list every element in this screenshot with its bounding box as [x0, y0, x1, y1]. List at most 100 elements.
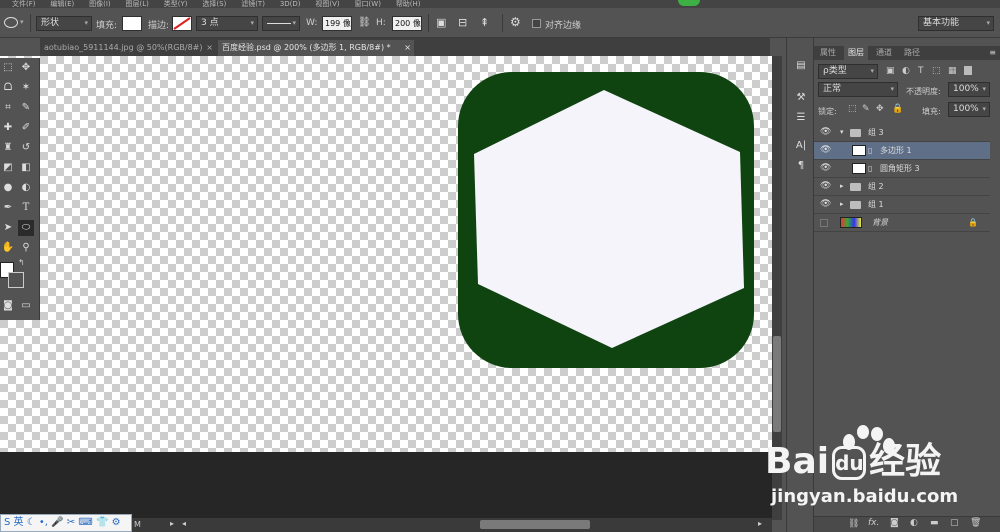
tab-layers[interactable]: 图层	[844, 46, 868, 60]
tab-baidu-jingyan[interactable]: 百度经验.psd @ 200% (多边形 1, RGB/8#) * ×	[218, 40, 414, 56]
gear-icon[interactable]: ⚙	[510, 15, 521, 29]
layer-row-group-3[interactable]: 👁 ▾ 组 3	[814, 124, 990, 142]
opacity-input[interactable]: 100% ▾	[948, 82, 990, 97]
background-color-swatch[interactable]	[8, 272, 24, 288]
adjustments-panel-icon[interactable]: ☰	[793, 110, 809, 126]
menu-filter[interactable]: 滤镜(T)	[241, 1, 265, 8]
ellipse-tool-icon[interactable]: ⬭	[18, 220, 34, 236]
dodge-tool-icon[interactable]: ◐	[18, 180, 34, 196]
shape-mode-select[interactable]: 形状 ▾	[36, 16, 92, 31]
move-tool-icon[interactable]: ✥	[18, 60, 34, 76]
layer-row-polygon-1[interactable]: 👁 ▯ 多边形 1	[814, 142, 990, 160]
tab-paths[interactable]: 路径	[900, 46, 924, 60]
hand-tool-icon[interactable]: ✋	[0, 240, 16, 256]
scissors-icon[interactable]: ✂	[67, 517, 75, 528]
info-panel-icon[interactable]: ⚒	[793, 90, 809, 106]
type-tool-icon[interactable]: T	[18, 200, 34, 216]
status-arrow-icon[interactable]: ▸	[170, 519, 174, 528]
close-icon[interactable]: ×	[404, 40, 411, 55]
link-dimensions-icon[interactable]: ⛓	[358, 17, 371, 28]
paragraph-panel-icon[interactable]: ¶	[793, 158, 809, 174]
workspace-select[interactable]: 基本功能 ▾	[918, 16, 994, 31]
marquee-tool-icon[interactable]: ⬚	[0, 60, 16, 76]
path-arrangement-icon[interactable]: ⇞	[480, 16, 489, 29]
menu-select[interactable]: 选择(S)	[202, 1, 226, 8]
menu-view[interactable]: 视图(V)	[315, 1, 339, 8]
swap-colors-icon[interactable]: ↰	[18, 258, 25, 267]
lock-transparent-icon[interactable]: ⬚	[848, 104, 857, 114]
lasso-tool-icon[interactable]: ᗝ	[0, 80, 16, 96]
healing-brush-tool-icon[interactable]: ✚	[0, 120, 16, 136]
layer-row-rounded-rect-3[interactable]: 👁 ▯ 圆角矩形 3	[814, 160, 990, 178]
layer-filter-select[interactable]: ρ类型 ▾	[818, 64, 878, 79]
stroke-swatch[interactable]	[172, 16, 192, 31]
history-brush-tool-icon[interactable]: ↺	[18, 140, 34, 156]
eyedropper-tool-icon[interactable]: ✎	[18, 100, 34, 116]
stroke-width-field[interactable]: 3 点 ▾	[196, 16, 258, 31]
blend-mode-select[interactable]: 正常 ▾	[818, 82, 898, 97]
fill-swatch[interactable]	[122, 16, 142, 31]
menu-edit[interactable]: 编辑(E)	[50, 1, 74, 8]
magic-wand-tool-icon[interactable]: ✶	[18, 80, 34, 96]
ime-logo-icon[interactable]: S	[4, 517, 10, 528]
menu-image[interactable]: 图像(I)	[89, 1, 111, 8]
document-canvas[interactable]	[0, 56, 772, 452]
path-operations-icon[interactable]: ▣	[436, 16, 446, 29]
layer-row-group-1[interactable]: 👁 ▸ 组 1	[814, 196, 990, 214]
path-alignment-icon[interactable]: ⊟	[458, 16, 467, 29]
scroll-left-icon[interactable]: ◂	[182, 519, 186, 528]
zoom-tool-icon[interactable]: ⚲	[18, 240, 34, 256]
align-edges-checkbox[interactable]	[532, 19, 541, 28]
shirt-icon[interactable]: 👕	[96, 517, 108, 528]
punctuation-icon[interactable]: •,	[39, 517, 48, 528]
collapse-arrow-icon[interactable]: ▸	[840, 178, 844, 195]
filter-adjustment-icon[interactable]: ◐	[902, 66, 910, 76]
tab-aotubiao[interactable]: aotubiao_5911144.jpg @ 50%(RGB/8#) ×	[40, 40, 216, 56]
filter-type-icon[interactable]: T	[918, 66, 924, 76]
width-input[interactable]: 199 像	[322, 16, 352, 31]
lock-position-icon[interactable]: ✥	[876, 104, 884, 114]
path-selection-tool-icon[interactable]: ➤	[0, 220, 16, 236]
lock-image-icon[interactable]: ✎	[862, 104, 870, 114]
link-layers-icon[interactable]: ⛓	[848, 519, 859, 529]
moon-icon[interactable]: ☾	[27, 517, 36, 528]
character-panel-icon[interactable]: A|	[793, 138, 809, 154]
filter-smart-object-icon[interactable]: ▦	[948, 66, 957, 76]
crop-tool-icon[interactable]: ⌗	[0, 100, 16, 116]
eye-icon[interactable]: 👁	[820, 196, 832, 213]
menu-type[interactable]: 类型(Y)	[164, 1, 188, 8]
history-panel-icon[interactable]: ▤	[793, 58, 809, 74]
filter-shape-icon[interactable]: ⬚	[932, 66, 941, 76]
menu-file[interactable]: 文件(F)	[12, 1, 36, 8]
screen-mode-icon[interactable]: ▭	[18, 298, 34, 314]
eye-icon[interactable]: 👁	[820, 124, 832, 141]
ellipse-tool-preset-icon[interactable]	[4, 17, 18, 28]
mic-icon[interactable]: 🎤	[51, 517, 63, 528]
layer-row-group-2[interactable]: 👁 ▸ 组 2	[814, 178, 990, 196]
collapse-arrow-icon[interactable]: ▸	[840, 196, 844, 213]
eye-icon[interactable]: 👁	[820, 142, 832, 159]
fill-input[interactable]: 100% ▾	[948, 102, 990, 117]
horizontal-scrollbar-thumb[interactable]	[480, 520, 590, 529]
menu-layer[interactable]: 图层(L)	[126, 1, 149, 8]
filter-toggle-icon[interactable]	[964, 66, 972, 75]
height-input[interactable]: 200 像	[392, 16, 422, 31]
lock-all-icon[interactable]: 🔒	[892, 104, 903, 114]
vertical-scrollbar-thumb[interactable]	[773, 336, 781, 432]
stroke-type-select[interactable]: ▾	[262, 16, 300, 31]
eraser-tool-icon[interactable]: ◩	[0, 160, 16, 176]
panel-menu-icon[interactable]: ≡	[989, 48, 996, 57]
quick-mask-icon[interactable]: ◙	[0, 298, 16, 314]
tab-properties[interactable]: 属性	[816, 46, 840, 60]
tab-channels[interactable]: 通道	[872, 46, 896, 60]
settings-icon[interactable]: ⚙	[112, 517, 121, 528]
eye-icon[interactable]: 👁	[820, 178, 832, 195]
delete-layer-icon[interactable]: 🗑	[970, 518, 981, 528]
brush-tool-icon[interactable]: ✐	[18, 120, 34, 136]
menu-window[interactable]: 窗口(W)	[355, 1, 381, 8]
pen-tool-icon[interactable]: ✒	[0, 200, 16, 216]
layer-row-background[interactable]: 背景 🔒	[814, 214, 990, 232]
eye-icon[interactable]: 👁	[820, 160, 832, 177]
menu-3d[interactable]: 3D(D)	[280, 1, 301, 8]
filter-pixel-icon[interactable]: ▣	[886, 66, 895, 76]
